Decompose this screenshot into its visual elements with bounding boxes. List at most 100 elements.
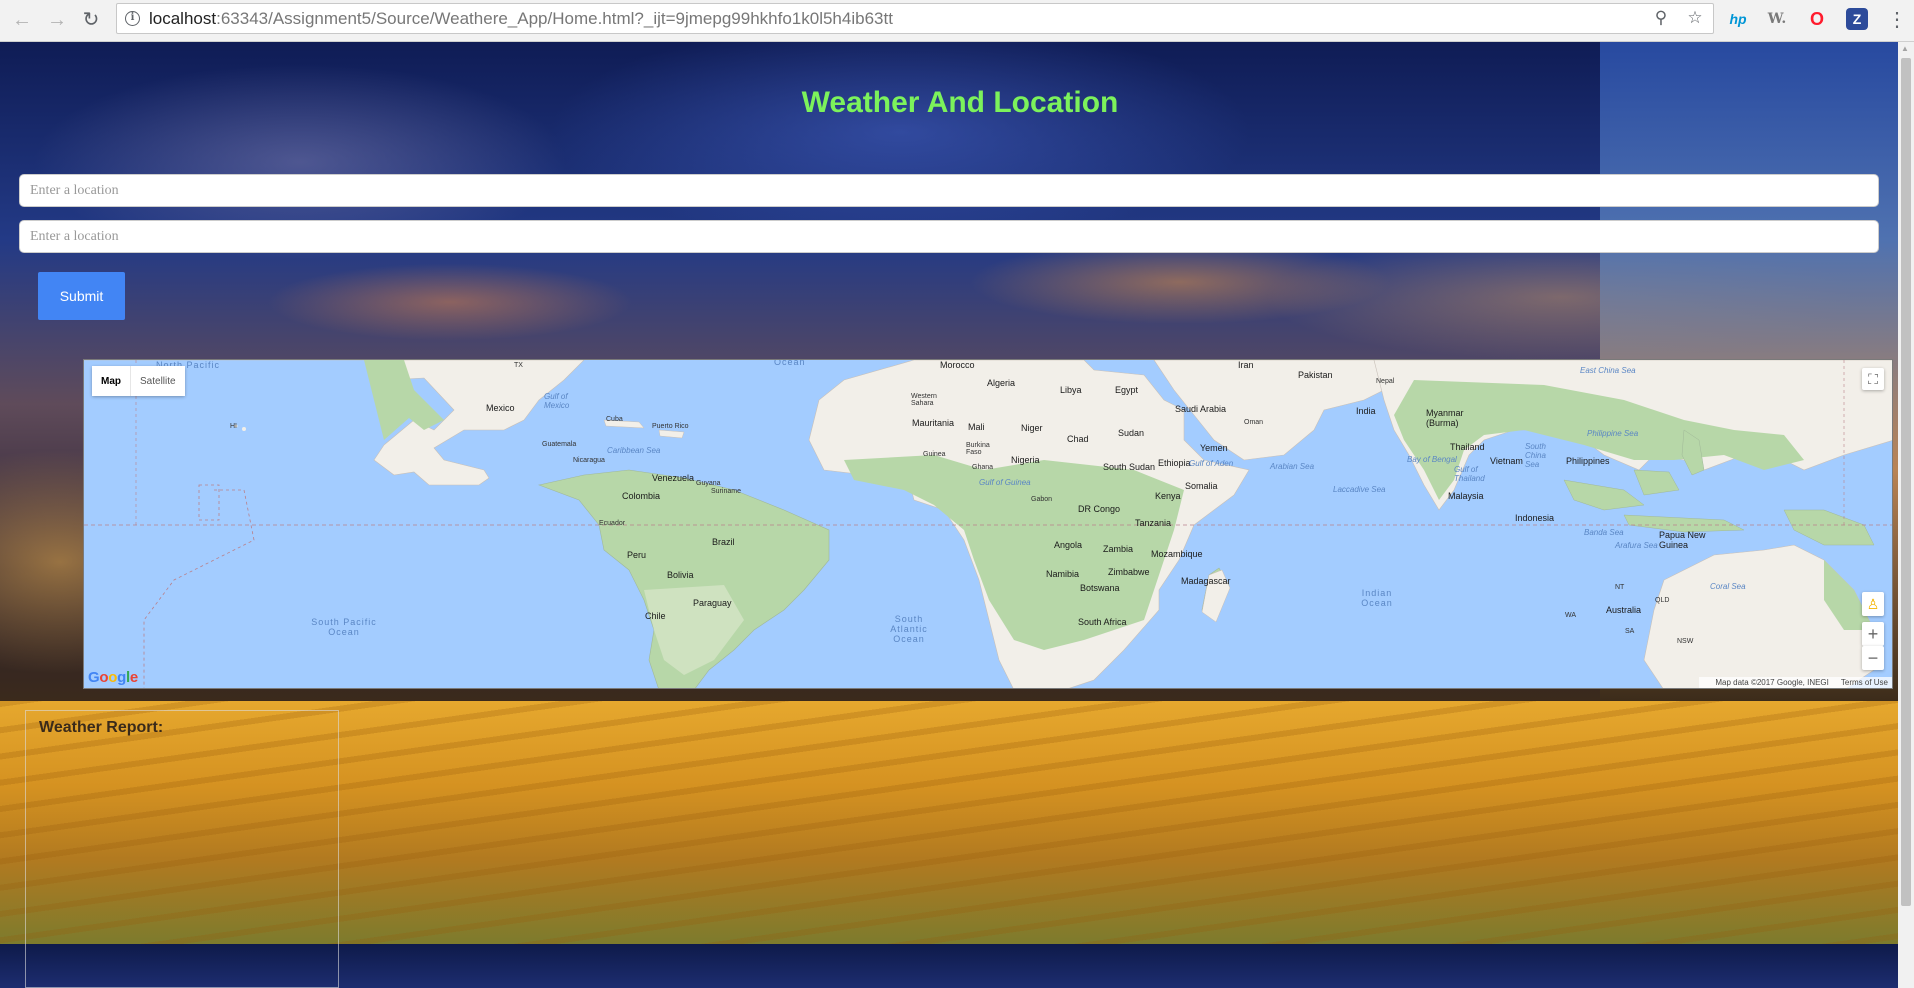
map-label: Colombia	[622, 491, 661, 501]
browser-menu-icon[interactable]: ⋮	[1887, 8, 1907, 32]
map-label: Indonesia	[1515, 513, 1555, 523]
map-data-credit: Map data ©2017 Google, INEGI	[1715, 678, 1829, 687]
map-label: Gulf of Mexico	[544, 392, 570, 410]
map-label: Oman	[1244, 419, 1264, 426]
scroll-up-arrow-icon[interactable]: ▲	[1901, 44, 1909, 53]
map-label: Indian Ocean	[1361, 588, 1393, 608]
map-label: Angola	[1054, 540, 1083, 550]
map-label: NT	[1615, 584, 1625, 591]
map-label: Western Sahara	[911, 393, 937, 407]
info-icon[interactable]: i	[125, 11, 140, 26]
map-type-satellite-button[interactable]: Satellite	[131, 366, 185, 396]
map-label: Nigeria	[1011, 455, 1040, 465]
map-label: HI	[230, 423, 237, 430]
map-label: Caribbean Sea	[607, 446, 661, 455]
map-label: South Sudan	[1103, 462, 1156, 472]
weather-report-title: Weather Report:	[39, 719, 164, 736]
map-label: Puerto Rico	[652, 423, 689, 430]
map-label: Philippines	[1566, 456, 1610, 466]
z-extension-icon[interactable]: Z	[1846, 8, 1868, 30]
map-label: Zimbabwe	[1108, 567, 1150, 577]
map-label: Ocean	[774, 359, 806, 367]
forward-arrow-icon[interactable]: →	[44, 7, 70, 33]
google-map[interactable]: Ocean North Pacific TX Mexico Gulf of Me…	[83, 359, 1893, 689]
map-label: Australia	[1606, 605, 1642, 615]
map-label: Papua New Guinea	[1659, 530, 1706, 550]
scrollbar-thumb[interactable]	[1901, 58, 1911, 906]
map-label: SA	[1625, 628, 1635, 635]
map-label: Mali	[968, 422, 985, 432]
map-label: Laccadive Sea	[1333, 485, 1386, 494]
origin-location-input[interactable]	[19, 174, 1879, 207]
hp-extension-icon[interactable]: hp	[1727, 8, 1749, 30]
map-label: India	[1356, 406, 1376, 416]
map-label: Botswana	[1080, 583, 1120, 593]
pegman-icon[interactable]: ♙	[1862, 592, 1884, 616]
map-label: NSW	[1677, 638, 1694, 645]
back-arrow-icon[interactable]: ←	[9, 7, 35, 33]
map-label: South Atlantic Ocean	[890, 614, 928, 644]
map-label: WA	[1565, 612, 1577, 619]
map-label: Mozambique	[1151, 549, 1203, 559]
opera-extension-icon[interactable]: O	[1806, 8, 1828, 30]
map-label: Peru	[627, 550, 647, 560]
map-label: Ethiopia	[1158, 458, 1191, 468]
map-label: Myanmar (Burma)	[1426, 408, 1464, 428]
map-label: Kenya	[1155, 491, 1181, 501]
map-label: Chad	[1067, 434, 1089, 444]
map-label: Morocco	[940, 360, 975, 370]
map-label: Somalia	[1185, 481, 1218, 491]
map-label: Gulf of Guinea	[979, 478, 1031, 487]
map-label: Guinea	[923, 451, 946, 458]
reload-icon[interactable]: ↻	[78, 7, 104, 33]
map-type-map-button[interactable]: Map	[92, 366, 131, 396]
map-label: Libya	[1060, 385, 1082, 395]
map-label: QLD	[1655, 597, 1670, 604]
map-label: Zambia	[1103, 544, 1134, 554]
map-label: Guyana	[696, 480, 721, 487]
map-label: Arafura Sea	[1615, 541, 1658, 550]
w-extension-icon[interactable]: W.	[1766, 8, 1788, 30]
map-label: Iran	[1238, 360, 1254, 370]
zoom-in-icon[interactable]: +	[1862, 622, 1884, 646]
map-label: Coral Sea	[1710, 582, 1746, 591]
page-viewport: Weather And Location Submit	[0, 42, 1898, 988]
map-label: Yemen	[1200, 443, 1228, 453]
map-label: Mexico	[486, 403, 515, 413]
fullscreen-icon[interactable]: ⛶	[1862, 368, 1884, 390]
map-attribution: Map data ©2017 Google, INEGI Terms of Use	[1699, 677, 1892, 688]
map-label: Pakistan	[1298, 370, 1333, 380]
vertical-scrollbar[interactable]: ▲	[1898, 42, 1914, 988]
zoom-out-icon[interactable]: −	[1862, 646, 1884, 670]
destination-location-input[interactable]	[19, 220, 1879, 253]
map-label: Bolivia	[667, 570, 694, 580]
map-label: Gabon	[1031, 496, 1053, 503]
url-text[interactable]: localhost:63343/Assignment5/Source/Weath…	[149, 4, 893, 33]
weather-report-panel: Weather Report:	[25, 710, 339, 988]
submit-button[interactable]: Submit	[38, 272, 125, 320]
map-label: Vietnam	[1490, 456, 1523, 466]
map-label: Nicaragua	[573, 457, 605, 464]
map-label: Egypt	[1115, 385, 1139, 395]
map-label: South Africa	[1078, 617, 1127, 627]
bookmark-star-icon[interactable]: ☆	[1685, 8, 1705, 28]
terms-of-use-link[interactable]: Terms of Use	[1841, 678, 1888, 687]
google-logo[interactable]: Google	[88, 669, 138, 686]
map-label: Nepal	[1376, 378, 1395, 385]
map-label: Cuba	[606, 416, 623, 423]
map-label: Gulf of Aden	[1189, 459, 1234, 468]
map-label: Brazil	[712, 537, 735, 547]
map-label: TX	[514, 362, 523, 369]
map-label: Suriname	[711, 488, 741, 495]
map-label: Niger	[1021, 423, 1043, 433]
map-label: Mauritania	[912, 418, 955, 428]
map-label: Sudan	[1118, 428, 1145, 438]
map-label: South China Sea	[1525, 442, 1546, 469]
map-label: Chile	[645, 611, 666, 621]
address-bar[interactable]: i localhost:63343/Assignment5/Source/Wea…	[116, 3, 1714, 34]
page-title: Weather And Location	[801, 86, 1119, 119]
map-label: Philippine Sea	[1587, 429, 1639, 438]
zoom-icon[interactable]: ⚲	[1651, 8, 1671, 28]
map-type-control: Map Satellite	[92, 366, 185, 396]
map-label: Thailand	[1450, 442, 1485, 452]
